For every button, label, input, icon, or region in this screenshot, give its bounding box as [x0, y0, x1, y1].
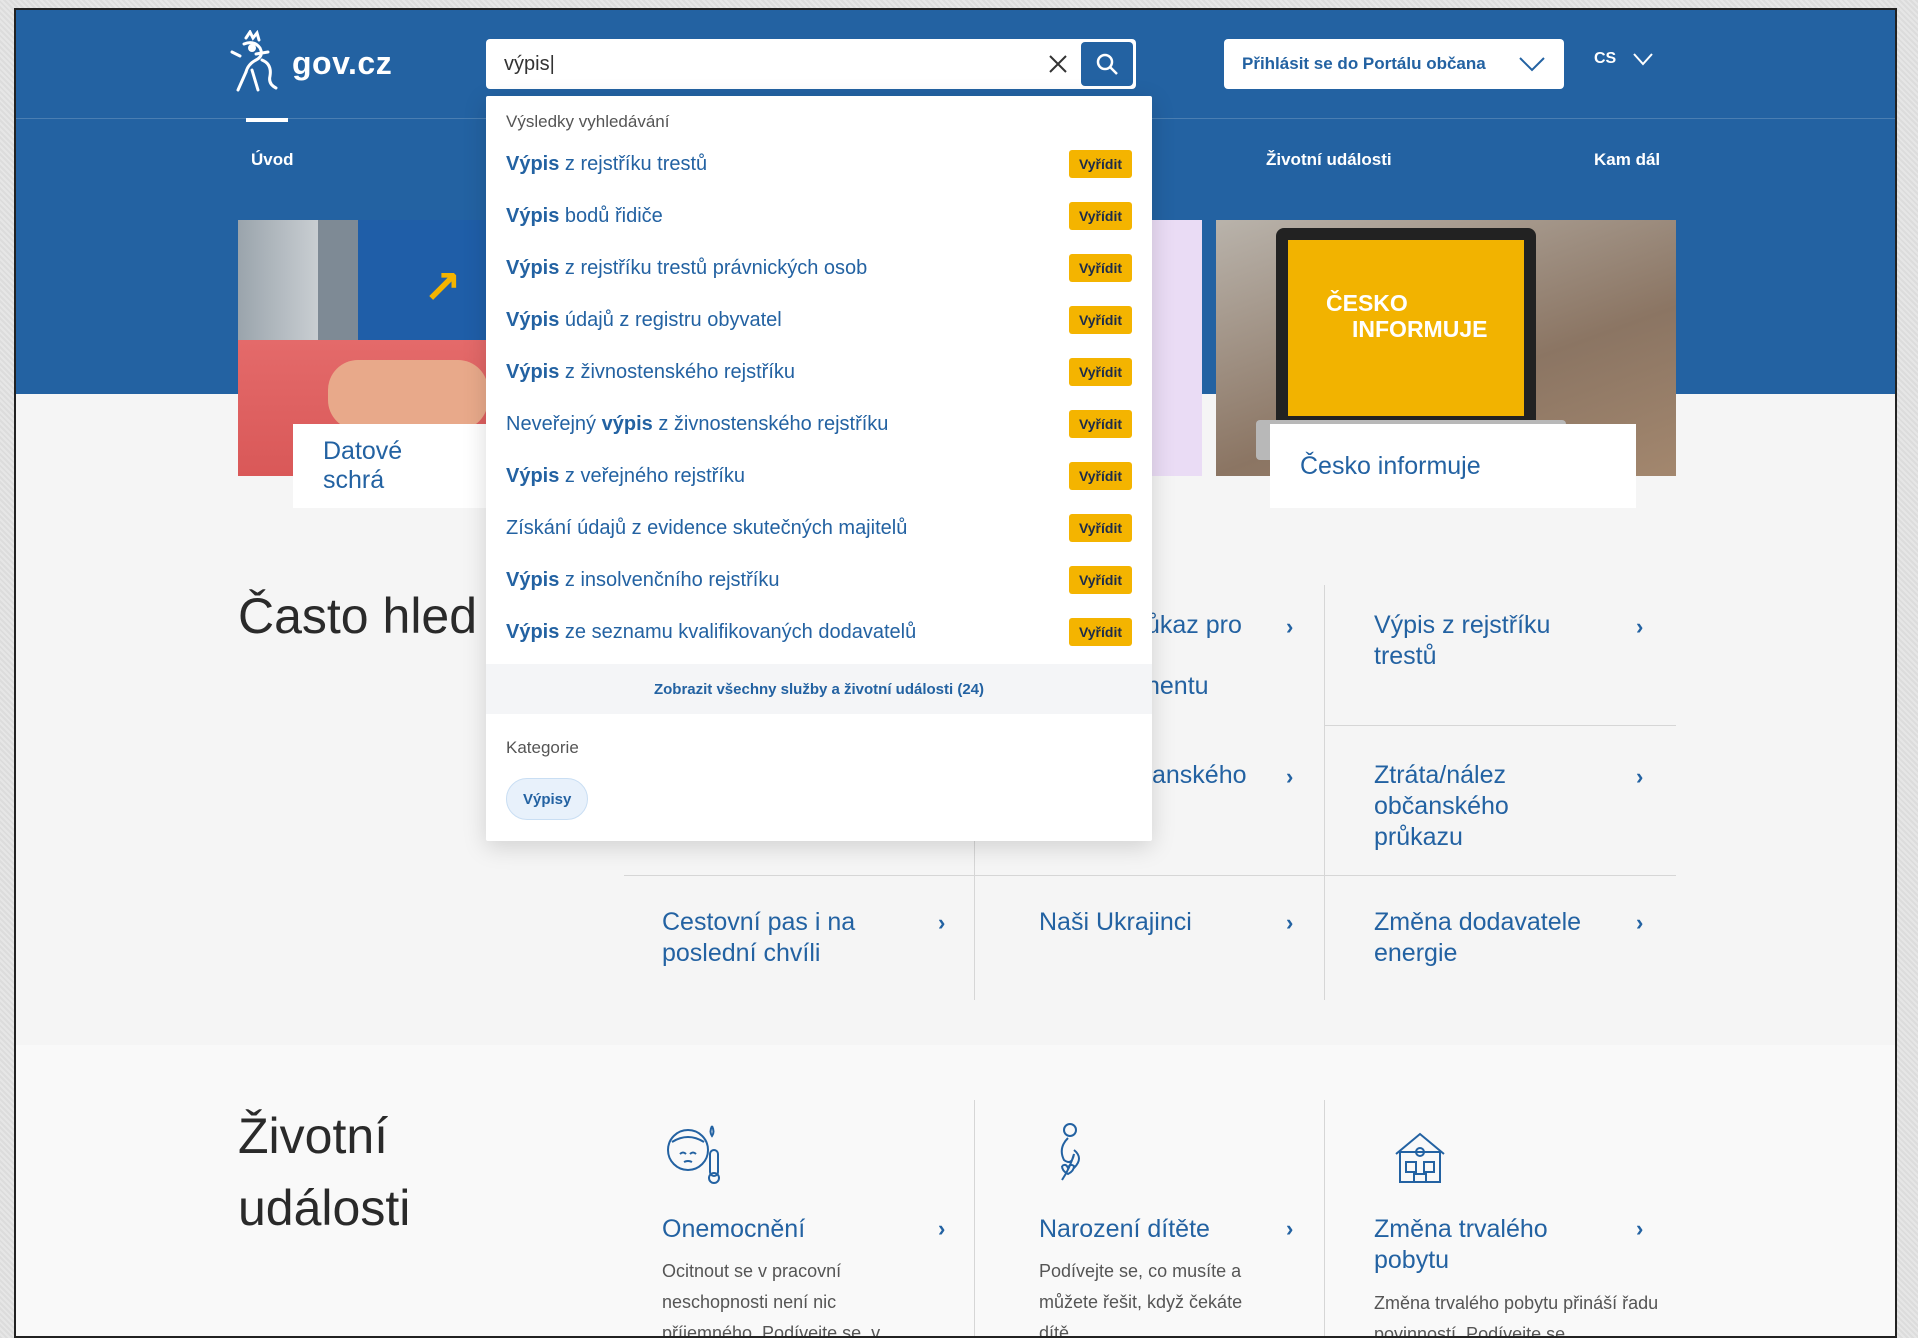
- chevron-right-icon: ›: [938, 1216, 946, 1241]
- chevron-right-icon: ›: [1636, 614, 1644, 639]
- often-item-cestovni-pas[interactable]: Cestovní pas i na poslední chvíli: [662, 907, 892, 969]
- life-event-onemocneni-title[interactable]: Onemocnění: [662, 1214, 805, 1245]
- cesko-informuje-screen-text: ČESKO INFORMUJE: [1326, 290, 1487, 342]
- life-event-zmena-pobytu-desc: Změna trvalého pobytu přináší řadu povin…: [1374, 1293, 1659, 1338]
- login-portal-button[interactable]: Přihlásit se do Portálu občana: [1224, 39, 1564, 89]
- language-label: CS: [1594, 50, 1617, 67]
- hero-card-label: Česko informuje: [1300, 451, 1481, 480]
- often-item-nasi-ukrajinci[interactable]: Naši Ukrajinci: [1039, 907, 1192, 938]
- categories-heading: Kategorie: [506, 738, 579, 757]
- browser-frame: gov.cz Přihlásit se do Portálu občana CS: [14, 8, 1897, 1338]
- result-text: Výpis údajů z registru obyvatel: [506, 308, 782, 331]
- often-item-zmena-dodavatele[interactable]: Změna dodavatele energie: [1374, 907, 1604, 969]
- hero-card-datove-schranky[interactable]: Datové schrá: [293, 424, 493, 508]
- sick-face-icon: [667, 1125, 720, 1184]
- screen-text-line2: INFORMUJE: [1352, 316, 1488, 342]
- life-event-zmena-pobytu-title[interactable]: Změna trvalého pobytu: [1374, 1214, 1604, 1276]
- hero-card-cesko-informuje[interactable]: Česko informuje: [1270, 424, 1636, 508]
- result-text: Výpis z rejstříku trestů: [506, 152, 708, 175]
- chevron-right-icon: ›: [938, 910, 946, 935]
- login-label: Přihlásit se do Portálu občana: [1242, 54, 1486, 73]
- grid-divider: [1324, 1100, 1325, 1336]
- close-icon: [1049, 55, 1067, 73]
- often-item-vypis-rejstrik[interactable]: Výpis z rejstříku trestů: [1374, 610, 1594, 672]
- nav-item-uvod[interactable]: Úvod: [251, 150, 294, 170]
- search-button[interactable]: [1081, 42, 1133, 86]
- grid-divider: [1324, 725, 1676, 726]
- result-text: Výpis z insolvenčního rejstříku: [506, 568, 780, 591]
- vyridit-badge[interactable]: Vyřídit: [1068, 566, 1132, 594]
- often-item-prukaz[interactable]: ůkaz pro nentu: [1146, 610, 1242, 702]
- hero-card-label: Datové schrá: [323, 437, 403, 494]
- result-item[interactable]: Výpis z rejstříku trestů Vyřídit: [486, 138, 1152, 190]
- result-item[interactable]: Výpis bodů řidiče Vyřídit: [486, 190, 1152, 242]
- chevron-down-icon: [1519, 57, 1545, 72]
- vyridit-badge[interactable]: Vyřídit: [1068, 254, 1132, 282]
- hero-image-middle: [1152, 220, 1202, 476]
- search-results-dropdown: Výsledky vyhledávání Výpis z rejstříku t…: [486, 96, 1152, 841]
- result-text: Získání údajů z evidence skutečných maji…: [506, 516, 908, 539]
- results-heading: Výsledky vyhledávání: [506, 112, 670, 131]
- lion-emblem-icon: [230, 30, 278, 92]
- chevron-right-icon: ›: [1286, 1216, 1294, 1241]
- chevron-right-icon: ›: [1286, 614, 1294, 639]
- vyridit-badge[interactable]: Vyřídit: [1068, 410, 1132, 438]
- chevron-right-icon: ›: [1286, 910, 1294, 935]
- chevron-right-icon: ›: [1636, 764, 1644, 789]
- result-item[interactable]: Získání údajů z evidence skutečných maji…: [486, 502, 1152, 554]
- house-icon: [1395, 1132, 1445, 1183]
- often-item-obcansky[interactable]: anského: [1152, 760, 1247, 791]
- chevron-right-icon: ›: [1636, 1216, 1644, 1241]
- often-item-label: nentu: [1146, 672, 1209, 700]
- result-text: Výpis bodů řidiče: [506, 204, 663, 227]
- result-item[interactable]: Výpis ze seznamu kvalifikovaných dodavat…: [486, 606, 1152, 658]
- arrow-logo-icon: ↗: [423, 261, 462, 313]
- nav-item-zivotni-udalosti[interactable]: Životní události: [1266, 150, 1392, 170]
- result-text: Výpis z živnostenského rejstříku: [506, 360, 796, 383]
- result-item[interactable]: Výpis z živnostenského rejstříku Vyřídit: [486, 346, 1152, 398]
- language-selector[interactable]: CS: [1594, 50, 1654, 68]
- often-searched-title: Často hled: [238, 588, 478, 644]
- often-item-ztrata-prukazu[interactable]: Ztráta/nález občanského průkazu: [1374, 760, 1544, 853]
- often-item-label: ůkaz pro: [1146, 611, 1242, 639]
- gov-logo[interactable]: gov.cz: [226, 30, 392, 96]
- grid-divider: [624, 875, 1676, 876]
- vyridit-badge[interactable]: Vyřídit: [1068, 150, 1132, 178]
- screen-text-line1: ČESKO: [1326, 290, 1408, 316]
- life-event-narozeni-desc: Podívejte se, co musíte a můžete řešit, …: [1039, 1261, 1243, 1338]
- chevron-down-icon: [1633, 53, 1653, 66]
- result-text: Výpis ze seznamu kvalifikovaných dodavat…: [506, 620, 917, 643]
- nav-active-indicator: [246, 118, 288, 122]
- result-item[interactable]: Výpis z rejstříku trestů právnických oso…: [486, 242, 1152, 294]
- clear-search-button[interactable]: [1035, 41, 1081, 87]
- life-event-onemocneni-desc: Ocitnout se v pracovní neschopnosti není…: [662, 1261, 881, 1338]
- nav-item-kam-dal[interactable]: Kam dál: [1594, 150, 1660, 170]
- result-item[interactable]: Neveřejný výpis z živnostenského rejstří…: [486, 398, 1152, 450]
- life-events-title: Životní události: [238, 1108, 411, 1236]
- result-text: Výpis z veřejného rejstříku: [506, 464, 745, 487]
- chevron-right-icon: ›: [1286, 764, 1294, 789]
- logo-text: gov.cz: [292, 44, 393, 81]
- grid-divider: [1324, 585, 1325, 1000]
- vyridit-badge[interactable]: Vyřídit: [1068, 462, 1132, 490]
- vyridit-badge[interactable]: Vyřídit: [1068, 202, 1132, 230]
- result-item[interactable]: Výpis z veřejného rejstříku Vyřídit: [486, 450, 1152, 502]
- search-box: [486, 39, 1136, 89]
- search-input[interactable]: [486, 39, 1035, 89]
- search-icon: [1096, 53, 1118, 75]
- vyridit-badge[interactable]: Vyřídit: [1068, 358, 1132, 386]
- result-item[interactable]: Výpis údajů z registru obyvatel Vyřídit: [486, 294, 1152, 346]
- life-event-narozeni-title[interactable]: Narození dítěte: [1039, 1214, 1210, 1245]
- grid-divider: [974, 1100, 975, 1336]
- result-text: Neveřejný výpis z živnostenského rejstří…: [506, 412, 889, 435]
- category-chip-vypisy[interactable]: Výpisy: [506, 778, 589, 820]
- result-item[interactable]: Výpis z insolvenčního rejstříku Vyřídit: [486, 554, 1152, 606]
- vyridit-badge[interactable]: Vyřídit: [1068, 514, 1132, 542]
- result-text: Výpis z rejstříku trestů právnických oso…: [506, 256, 868, 279]
- vyridit-badge[interactable]: Vyřídit: [1068, 306, 1132, 334]
- pregnancy-icon: [1060, 1123, 1080, 1181]
- show-all-results-link[interactable]: Zobrazit všechny služby a životní událos…: [486, 664, 1152, 714]
- chevron-right-icon: ›: [1636, 910, 1644, 935]
- vyridit-badge[interactable]: Vyřídit: [1068, 618, 1132, 646]
